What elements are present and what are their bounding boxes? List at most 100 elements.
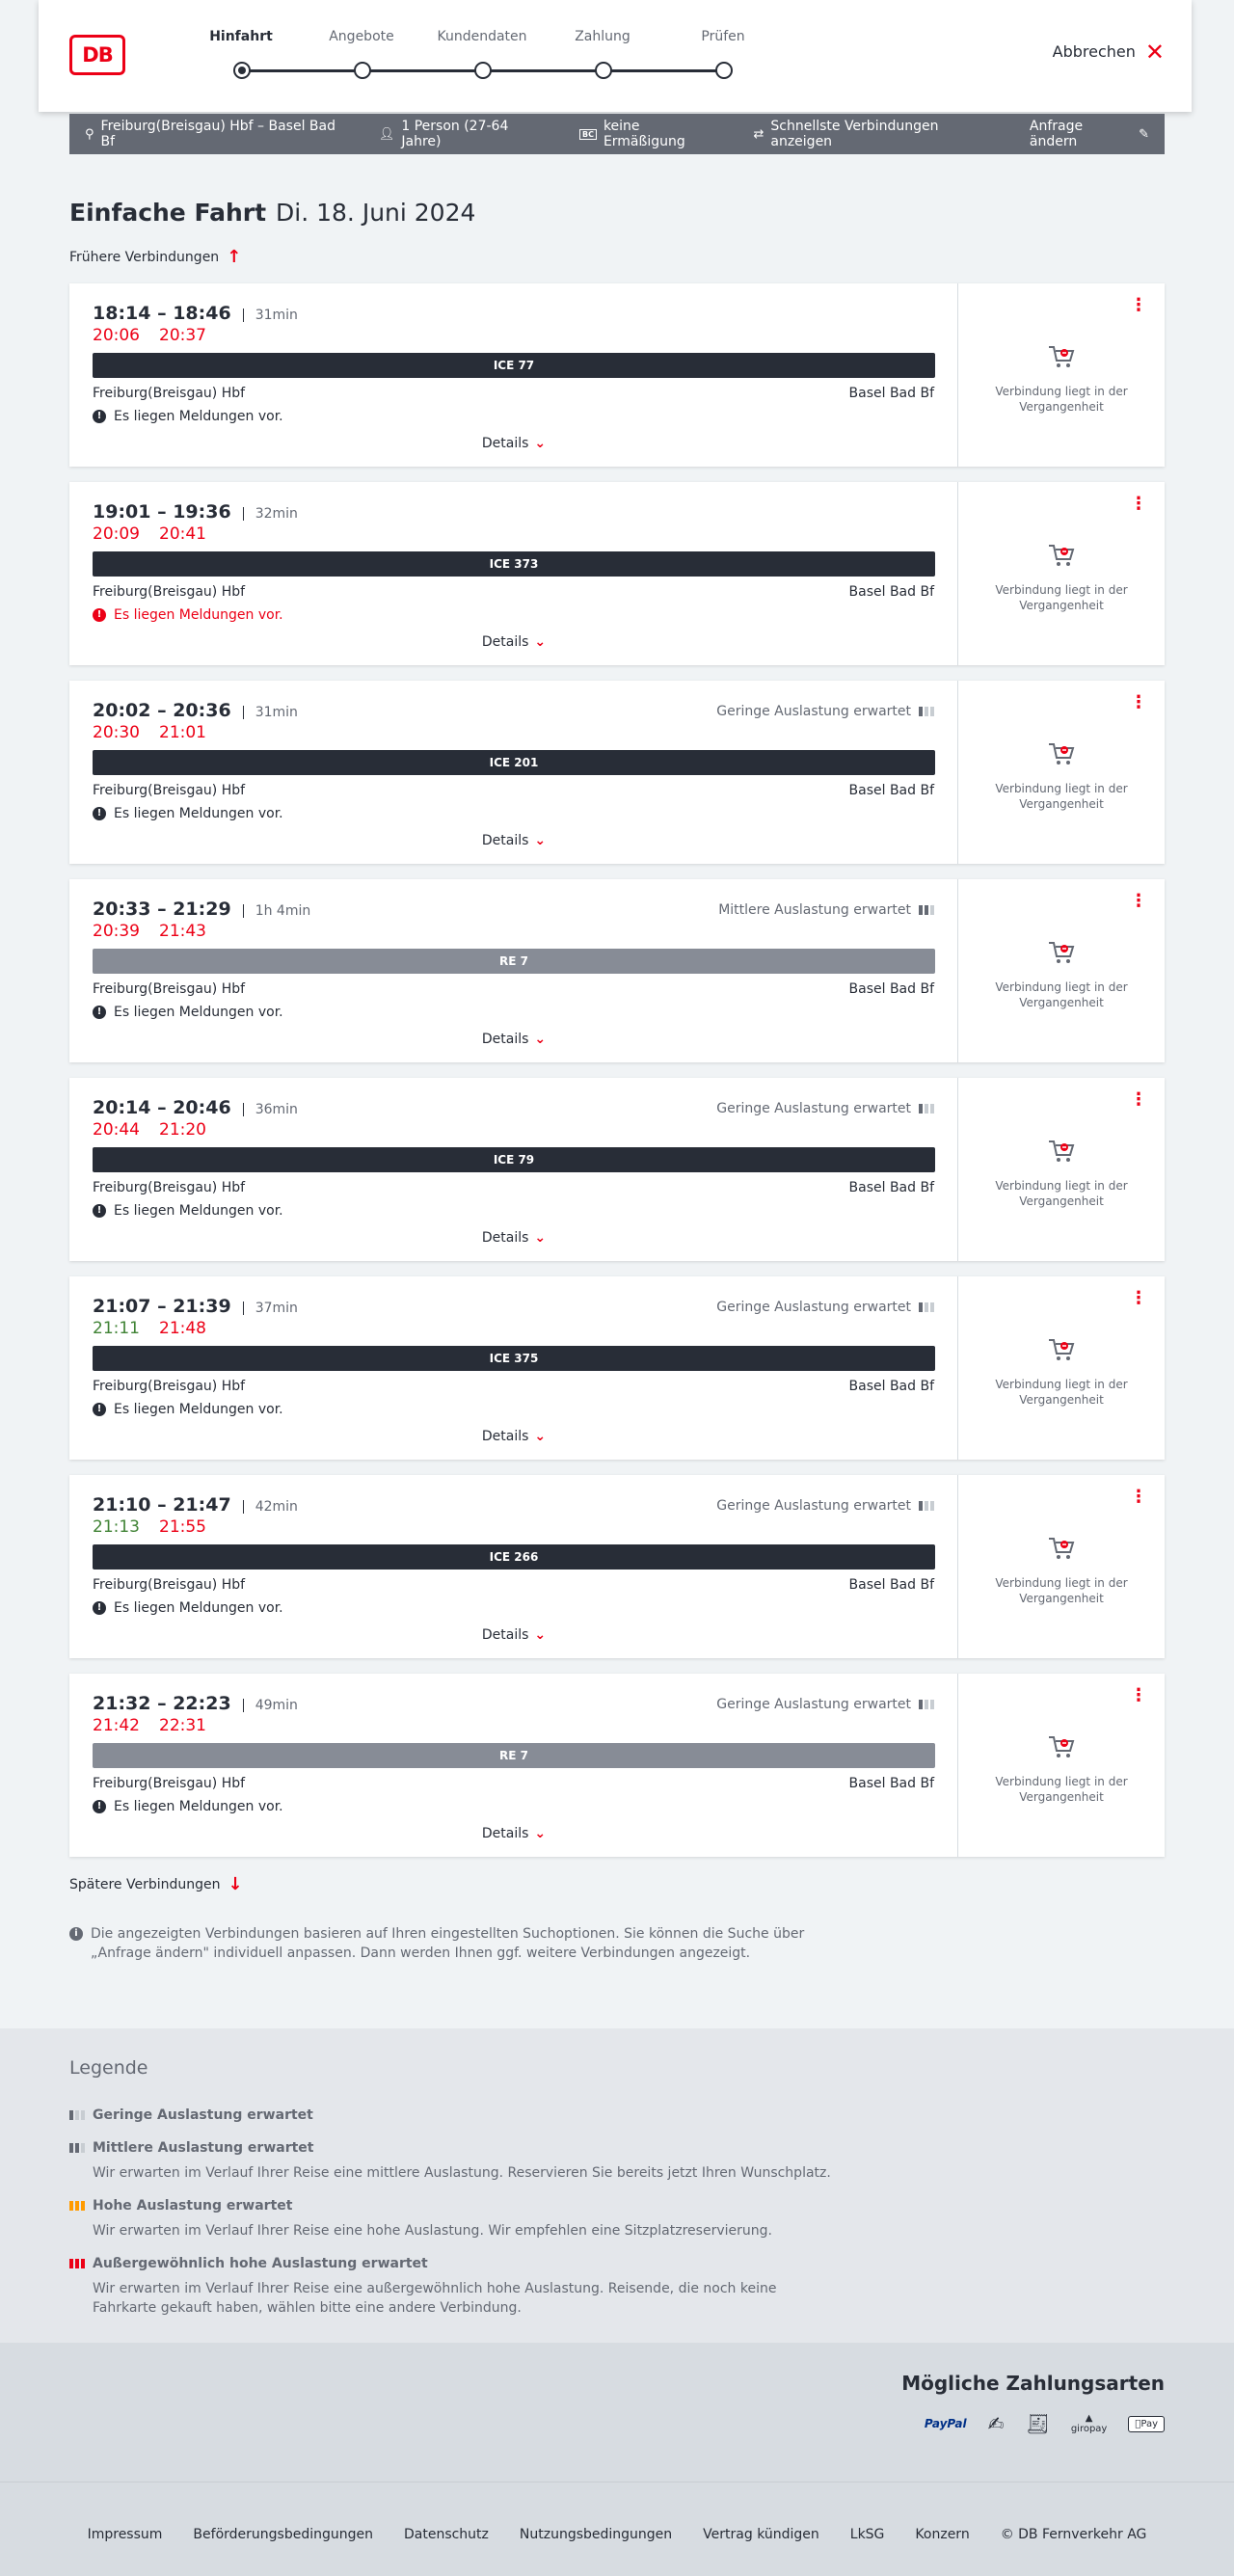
alert-icon: ! [93,608,106,622]
details-toggle[interactable]: Details ⌄ [69,634,958,650]
footer-link-lksg[interactable]: LkSG [850,2527,885,2542]
offer-panel: ⋮ Verbindung liegt in der Vergangenheit [958,283,1165,467]
apple-pay-label: Pay [1140,2418,1158,2429]
connection-card[interactable]: 19:01 – 19:36 32min 20:09 20:41 ICE 373 … [69,482,1165,665]
realtime-departure: 21:13 [93,1517,140,1537]
connection-main: 21:10 – 21:47 42min 21:13 21:55 Geringe … [69,1475,958,1658]
legend-item-extreme: Außergewöhnlich hohe Auslastung erwartet… [69,2256,841,2318]
step-zahlung: Zahlung [550,29,656,79]
close-icon: ✕ [1144,38,1165,66]
step-pruefen: Prüfen [670,29,776,79]
travel-duration: 1h 4min [242,904,310,918]
realtime-arrival: 21:43 [159,922,206,941]
planned-time-range: 19:01 – 19:36 [93,501,231,523]
notice-message: ! Es liegen Meldungen vor. [93,1600,283,1616]
train-bar[interactable]: ICE 79 [93,1147,935,1172]
train-bar[interactable]: ICE 201 [93,750,935,775]
details-label: Details [481,1826,529,1841]
footer-copyright: © DB Fernverkehr AG [1000,2527,1147,2542]
notice-message: ! Es liegen Meldungen vor. [93,607,283,623]
footer-link-vertrag-kuendigen[interactable]: Vertrag kündigen [703,2527,819,2542]
connection-main: 18:14 – 18:46 31min 20:06 20:37 ICE 77 F… [69,283,958,467]
alert-icon: ! [93,1800,106,1813]
occupancy-icon [919,1104,934,1114]
connection-card[interactable]: 20:33 – 21:29 1h 4min 20:39 21:43 Mittle… [69,879,1165,1062]
train-bar[interactable]: ICE 266 [93,1544,935,1570]
change-request-button[interactable]: Anfrage ändern ✎ [1030,119,1149,149]
train-bar[interactable]: RE 7 [93,949,935,974]
connection-card[interactable]: 21:32 – 22:23 49min 21:42 22:31 Geringe … [69,1674,1165,1857]
later-connections-link[interactable]: Spätere Verbindungen ↓ [69,1874,243,1894]
more-options-icon[interactable]: ⋮ [1130,1487,1147,1507]
planned-times: 20:33 – 21:29 1h 4min [93,899,310,920]
realtime-times: 20:06 20:37 [93,326,206,345]
notice-message: ! Es liegen Meldungen vor. [93,1005,283,1020]
more-options-icon[interactable]: ⋮ [1130,1089,1147,1110]
later-connections-label: Spätere Verbindungen [69,1876,221,1892]
more-options-icon[interactable]: ⋮ [1130,692,1147,712]
planned-times: 20:14 – 20:46 36min [93,1097,298,1118]
more-options-icon[interactable]: ⋮ [1130,494,1147,514]
occupancy-info: Geringe Auslastung erwartet [716,1101,934,1116]
footer-link-befoerderungsbedingungen[interactable]: Beförderungsbedingungen [193,2527,373,2542]
payment-title: Mögliche Zahlungsarten [901,2372,1165,2395]
details-toggle[interactable]: Details ⌄ [69,1429,958,1444]
giropay-icon: ▲ giropay [1070,2413,1108,2434]
train-bar[interactable]: ICE 375 [93,1346,935,1371]
planned-time-range: 20:02 – 20:36 [93,700,231,721]
past-connection-text: Verbindung liegt in der Vergangenheit [995,1378,1128,1407]
connection-card[interactable]: 18:14 – 18:46 31min 20:06 20:37 ICE 77 F… [69,283,1165,467]
realtime-times: 20:44 21:20 [93,1120,206,1140]
travel-duration: 31min [242,706,298,719]
connection-list: 18:14 – 18:46 31min 20:06 20:37 ICE 77 F… [69,283,1165,1872]
departure-station: Freiburg(Breisgau) Hbf [93,1776,246,1791]
cancel-button[interactable]: Abbrechen ✕ [1053,38,1165,66]
details-toggle[interactable]: Details ⌄ [69,1826,958,1841]
legend-item-label: Außergewöhnlich hohe Auslastung erwartet [93,2256,428,2271]
connection-card[interactable]: 20:02 – 20:36 31min 20:30 21:01 Geringe … [69,681,1165,864]
alert-icon: ! [93,1006,106,1019]
details-toggle[interactable]: Details ⌄ [69,833,958,848]
footer-link-impressum[interactable]: Impressum [88,2527,163,2542]
db-logo[interactable]: DB [69,35,125,75]
offer-panel: ⋮ Verbindung liegt in der Vergangenheit [958,1078,1165,1261]
footer-link-konzern[interactable]: Konzern [915,2527,969,2542]
details-toggle[interactable]: Details ⌄ [69,1627,958,1643]
occupancy-extreme-icon [69,2259,85,2268]
more-options-icon[interactable]: ⋮ [1130,1685,1147,1705]
past-connection-text: Verbindung liegt in der Vergangenheit [995,385,1128,414]
legend-item-desc: Wir erwarten im Verlauf Ihrer Reise eine… [93,2165,831,2181]
connection-card[interactable]: 21:10 – 21:47 42min 21:13 21:55 Geringe … [69,1475,1165,1658]
connection-card[interactable]: 21:07 – 21:39 37min 21:11 21:48 Geringe … [69,1276,1165,1460]
details-toggle[interactable]: Details ⌄ [69,1032,958,1047]
occupancy-text: Geringe Auslastung erwartet [716,1300,911,1315]
connection-card[interactable]: 20:14 – 20:46 36min 20:44 21:20 Geringe … [69,1078,1165,1261]
more-options-icon[interactable]: ⋮ [1130,891,1147,911]
planned-time-range: 20:33 – 21:29 [93,899,231,920]
chevron-down-icon: ⌄ [534,1627,547,1643]
details-label: Details [481,1627,529,1643]
step-label: Angebote [329,29,394,44]
shopping-cart-icon [1049,1339,1075,1360]
details-toggle[interactable]: Details ⌄ [69,436,958,451]
train-bar[interactable]: ICE 373 [93,551,935,577]
details-label: Details [481,1032,529,1047]
more-options-icon[interactable]: ⋮ [1130,1288,1147,1308]
train-bar[interactable]: RE 7 [93,1743,935,1768]
occupancy-text: Geringe Auslastung erwartet [716,704,911,719]
notice-message: ! Es liegen Meldungen vor. [93,1402,283,1417]
earlier-connections-link[interactable]: Frühere Verbindungen ↑ [69,247,241,267]
occupancy-info: Mittlere Auslastung erwartet [718,902,934,918]
realtime-departure: 20:06 [93,326,140,345]
more-options-icon[interactable]: ⋮ [1130,295,1147,315]
train-bar[interactable]: ICE 77 [93,353,935,378]
past-connection-text: Verbindung liegt in der Vergangenheit [995,1179,1128,1208]
details-label: Details [481,833,529,848]
notice-text: Es liegen Meldungen vor. [114,1799,283,1814]
footer-link-datenschutz[interactable]: Datenschutz [404,2527,489,2542]
footer-link-nutzungsbedingungen[interactable]: Nutzungsbedingungen [520,2527,672,2542]
planned-times: 21:07 – 21:39 37min [93,1296,298,1317]
departure-station: Freiburg(Breisgau) Hbf [93,584,246,600]
details-toggle[interactable]: Details ⌄ [69,1230,958,1246]
notice-text: Es liegen Meldungen vor. [114,1203,283,1219]
